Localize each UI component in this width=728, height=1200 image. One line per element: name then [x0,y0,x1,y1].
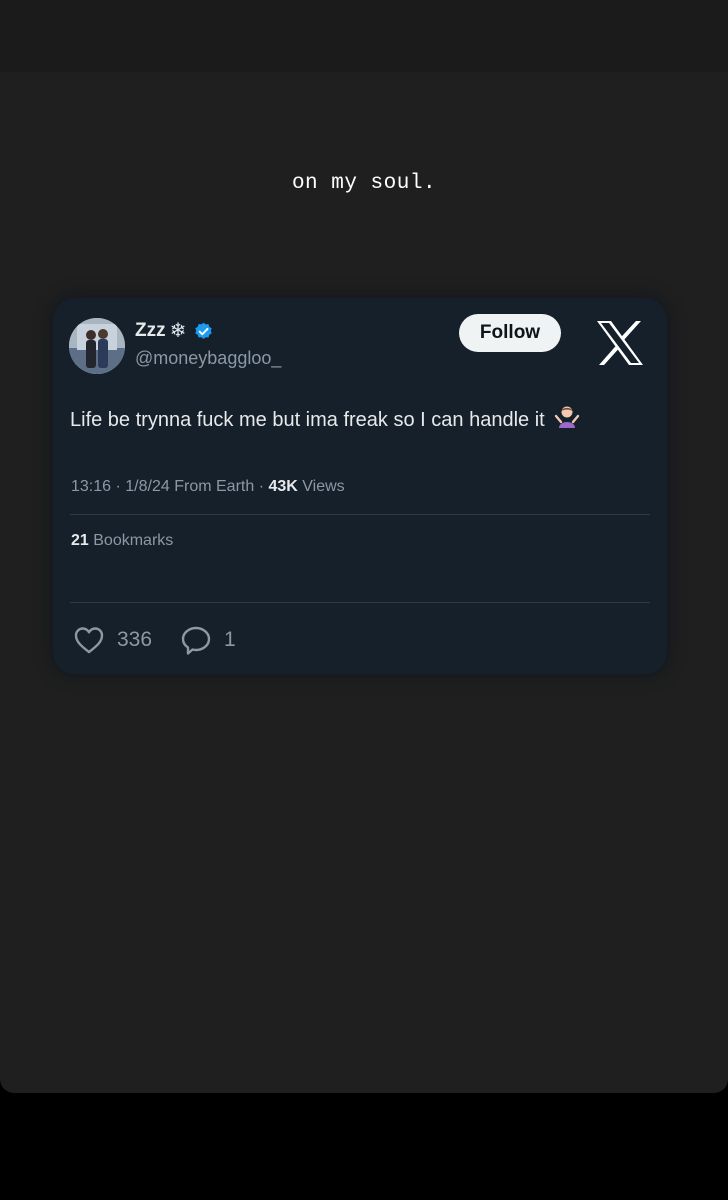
tweet-card[interactable]: Zzz ❄ @moneybaggloo_ Follow Life be tryn… [53,298,667,674]
snowflake-icon: ❄ [169,320,187,342]
tweet-actions: 336 1 [73,624,236,656]
display-name-row[interactable]: Zzz ❄ [135,320,213,342]
x-logo-icon [597,321,643,365]
follow-button[interactable]: Follow [459,314,561,352]
tweet-date[interactable]: 1/8/24 [125,478,169,495]
story-caption: on my soul. [291,172,437,195]
meta-separator: · [115,478,126,495]
divider [70,602,650,603]
profile-avatar[interactable] [69,318,125,374]
verified-badge-icon [195,322,213,339]
tweet-location: From Earth [174,478,255,495]
story-background: on my soul. Zzz ❄ @moneybaggloo_ Follow [0,0,728,1093]
person-shrugging-icon [555,406,580,428]
views-label: Views [302,478,345,495]
bookmarks-count: 21 [71,532,89,549]
user-handle[interactable]: @moneybaggloo_ [135,348,281,369]
like-count: 336 [117,628,153,651]
story-top-band [0,0,728,72]
avatar-photo-icon [69,318,125,374]
reply-button[interactable]: 1 [180,624,236,656]
like-button[interactable]: 336 [73,625,152,655]
divider [70,514,650,515]
tweet-body: Life be trynna fuck me but ima freak so … [70,409,545,431]
bookmarks-row[interactable]: 21 Bookmarks [71,532,173,550]
views-count: 43K [268,478,298,495]
tweet-text: Life be trynna fuck me but ima freak so … [70,404,660,434]
heart-icon [74,627,104,654]
reply-count: 1 [224,628,236,651]
reply-bubble-icon [181,626,211,655]
tweet-time[interactable]: 13:16 [71,478,111,495]
meta-separator: · [258,478,269,495]
bookmarks-label: Bookmarks [93,532,174,549]
display-name[interactable]: Zzz [135,320,166,342]
tweet-meta: 13:16 · 1/8/24 From Earth · 43K Views [71,478,345,496]
